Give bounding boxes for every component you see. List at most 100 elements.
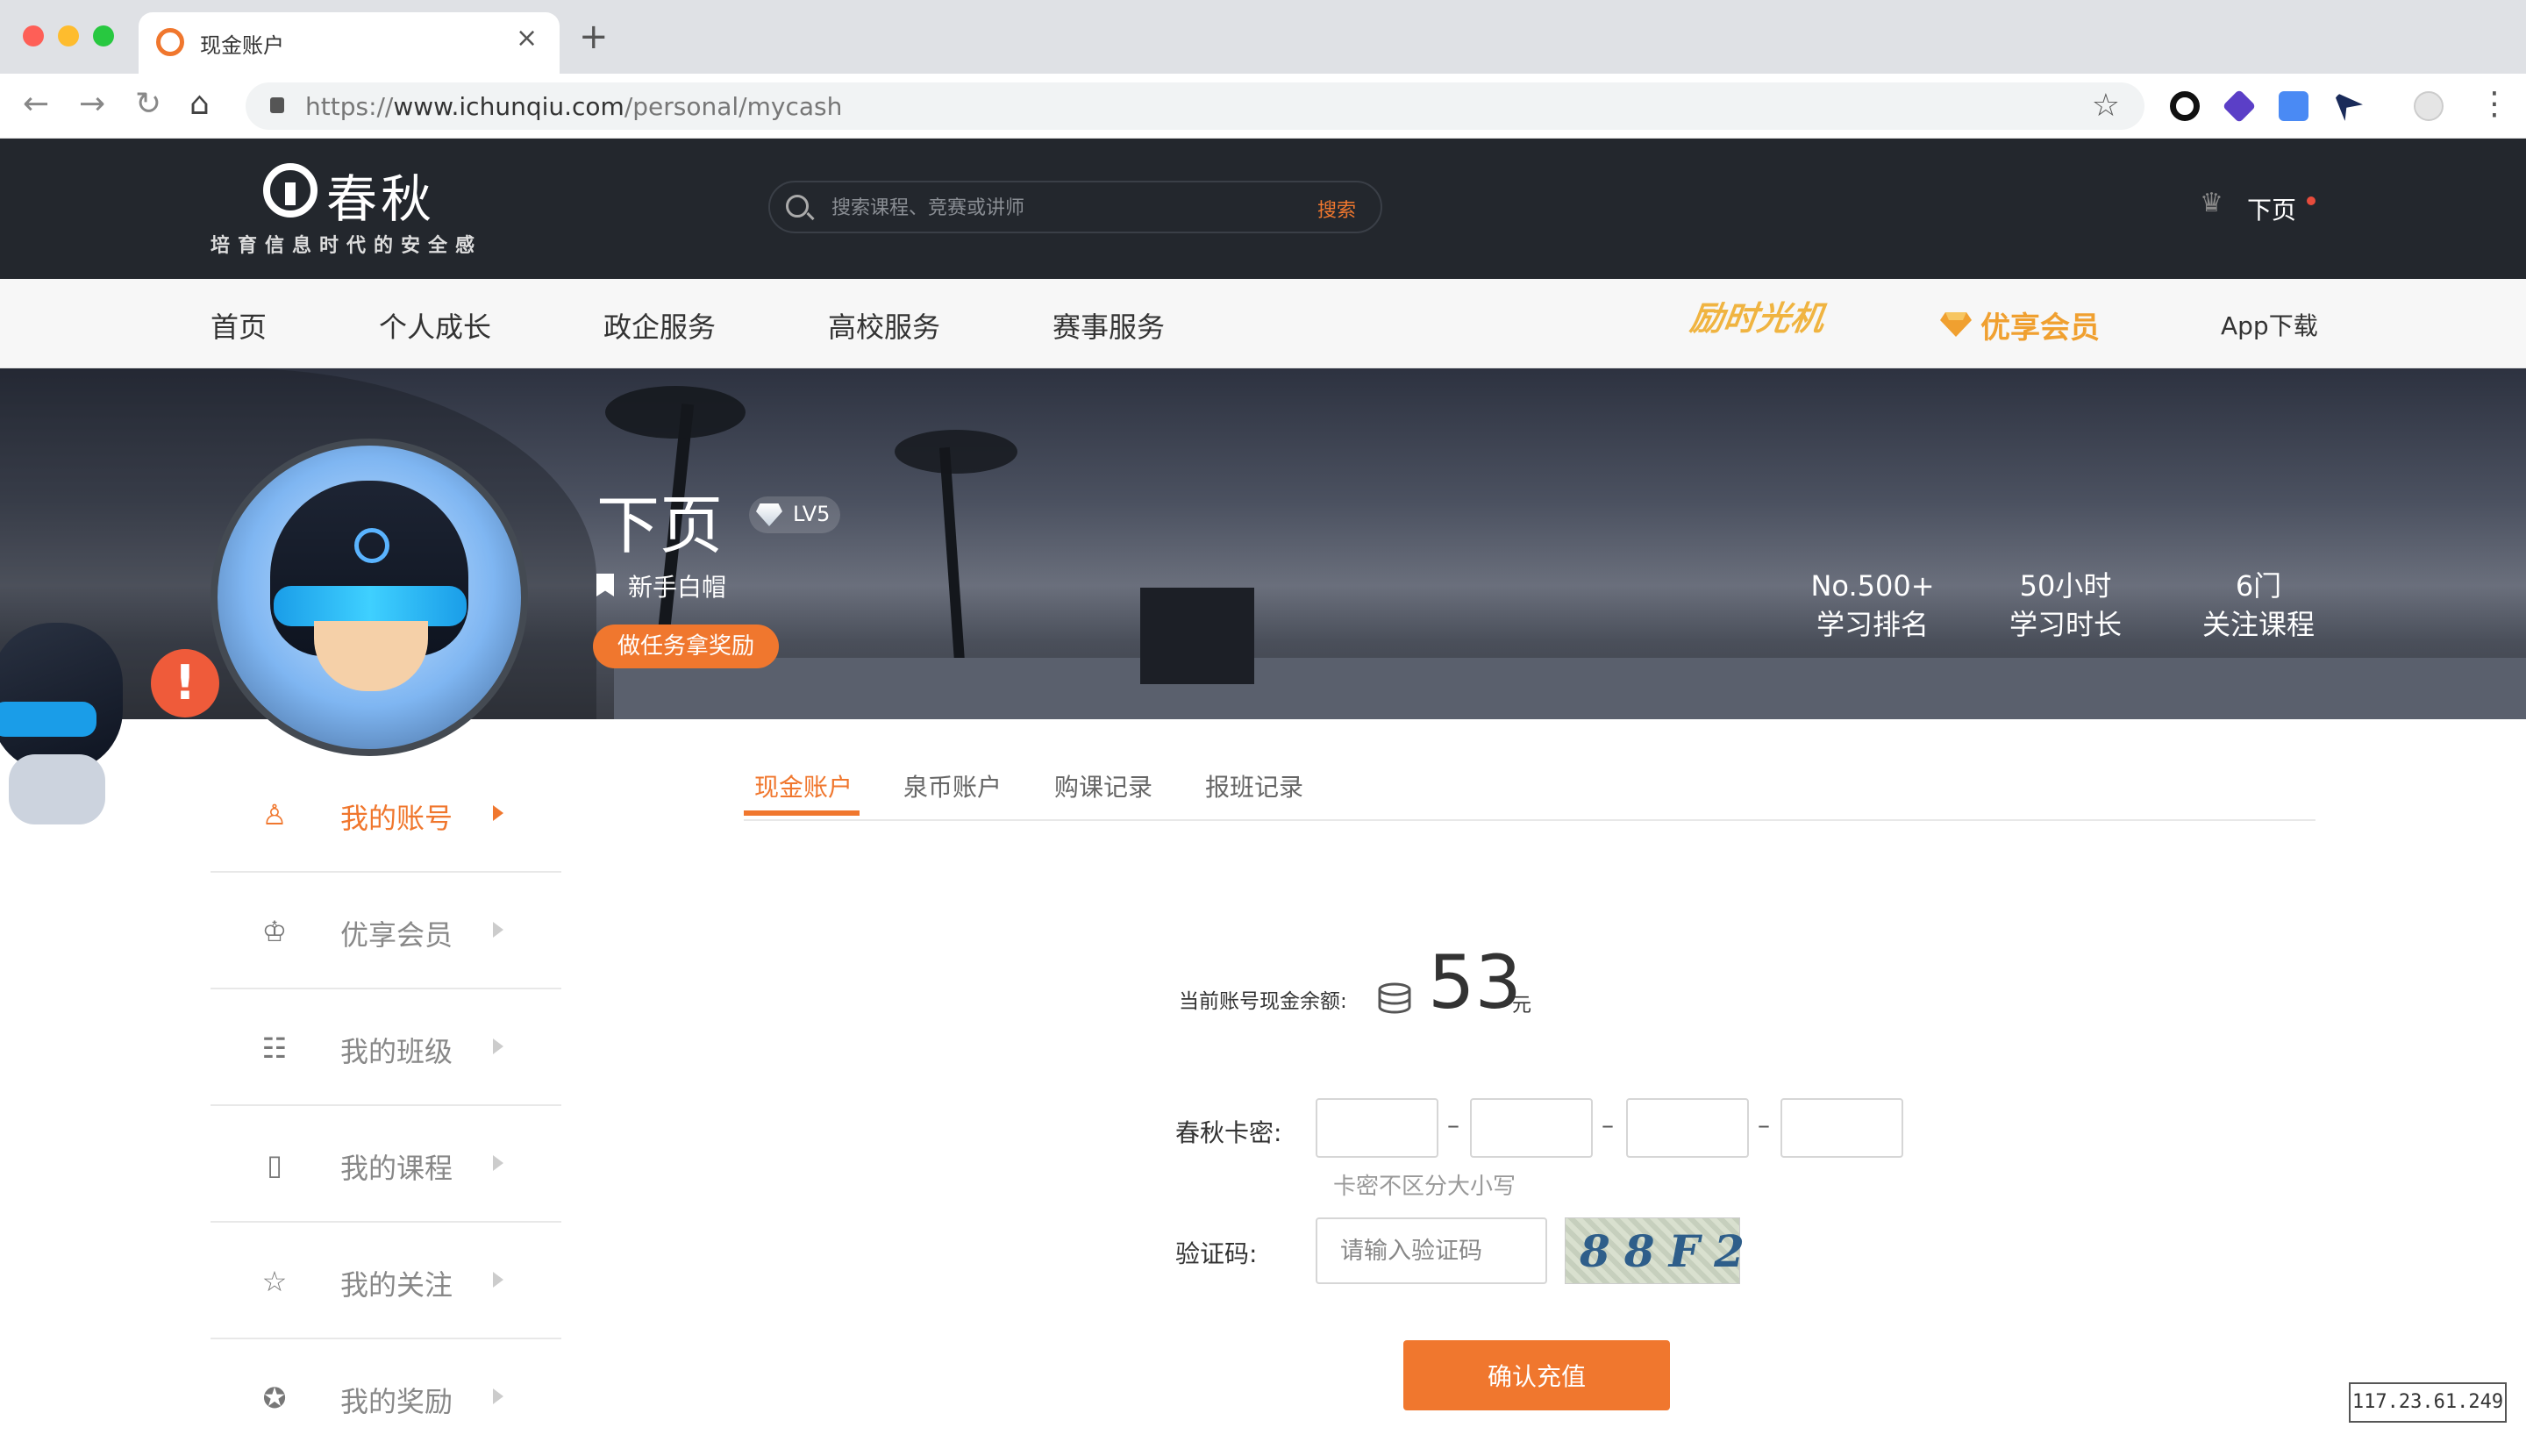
separator-dash: – [1447, 1110, 1459, 1139]
stat-value: 6门 [2235, 569, 2282, 603]
site-favicon-icon [156, 28, 184, 56]
search-box: 搜索 [768, 181, 1382, 233]
sidebar-item-label: 优享会员 [340, 918, 453, 952]
sidebar-item-account[interactable]: ♙ 我的账号 [210, 756, 561, 873]
tab-coin-account[interactable]: 泉币账户 [903, 768, 1002, 819]
account-tabs: 现金账户 泉币账户 购课记录 报班记录 [744, 760, 2316, 821]
search-input[interactable] [831, 195, 1288, 221]
url-scheme: https:// [305, 92, 394, 121]
captcha-input[interactable] [1316, 1217, 1547, 1284]
chevron-right-icon [493, 1155, 503, 1171]
address-bar[interactable]: https://www.ichunqiu.com/personal/mycash… [246, 82, 2144, 130]
forward-arrow-icon[interactable]: → [79, 84, 105, 125]
separator-dash: – [1758, 1110, 1770, 1139]
card-code-input-4[interactable] [1780, 1098, 1903, 1158]
separator-dash: – [1602, 1110, 1614, 1139]
alert-badge[interactable]: ! [151, 649, 219, 717]
browser-tab[interactable]: 现金账户 × [139, 12, 560, 74]
nav-item-vip[interactable]: 优享会员 [1980, 303, 2100, 346]
browser-tab-bar: 现金账户 × + [0, 0, 2526, 74]
bookmark-star-icon[interactable]: ☆ [2092, 88, 2120, 124]
stat-label: 学习时长 [2009, 608, 2122, 641]
sidebar-item-label: 我的关注 [340, 1268, 453, 1302]
avatar[interactable] [210, 439, 528, 756]
class-icon: ☷ [261, 1031, 288, 1065]
stat-rank: No.500+ 学习排名 [1798, 567, 1947, 644]
url-text[interactable]: https://www.ichunqiu.com/personal/mycash [305, 92, 842, 121]
sidebar-item-vip[interactable]: ♔ 优享会员 [210, 873, 561, 989]
captcha-code: 88F2 [1580, 1225, 1759, 1277]
maximize-window-button[interactable] [93, 25, 114, 46]
back-arrow-icon[interactable]: ← [23, 84, 49, 125]
sidebar-item-label: 我的班级 [340, 1035, 453, 1068]
card-code-input-2[interactable] [1470, 1098, 1593, 1158]
captcha-image[interactable]: 88F2 [1565, 1217, 1745, 1284]
balance-label: 当前账号现金余额: [1179, 990, 1347, 1013]
reload-icon[interactable]: ↻ [135, 84, 161, 125]
nav-item-app-download[interactable]: App下载 [2221, 307, 2318, 342]
extension-circle-icon[interactable] [2170, 91, 2200, 121]
sidebar-item-courses[interactable]: ▯ 我的课程 [210, 1106, 561, 1223]
coins-icon [1378, 982, 1411, 1014]
sea-horizon [614, 658, 2526, 719]
profile-avatar-icon[interactable] [2414, 91, 2444, 121]
confirm-recharge-button[interactable]: 确认充值 [1403, 1340, 1670, 1410]
star-icon: ☆ [261, 1265, 288, 1298]
mascot-head [0, 623, 123, 772]
tab-close-icon[interactable]: × [516, 23, 538, 54]
mascot-widget[interactable] [0, 623, 140, 833]
card-code-input-3[interactable] [1626, 1098, 1749, 1158]
crown-icon: ♛ [2200, 188, 2223, 218]
chevron-right-icon [493, 922, 503, 938]
search-button[interactable]: 搜索 [1317, 195, 1356, 223]
award-icon: ✪ [262, 1381, 287, 1415]
main-nav: 首页 个人成长 政企服务 高校服务 赛事服务 励时光机 优享会员 App下载 [0, 279, 2526, 368]
sidebar-item-class[interactable]: ☷ 我的班级 [210, 989, 561, 1106]
level-text: LV5 [793, 502, 831, 526]
new-tab-icon[interactable]: + [579, 19, 609, 54]
palm-tree-leaves [605, 386, 746, 439]
sidebar-item-follows[interactable]: ☆ 我的关注 [210, 1223, 561, 1339]
balance-value: 53 [1428, 939, 1522, 1025]
translate-icon[interactable] [2279, 91, 2308, 121]
chevron-right-icon [493, 1038, 503, 1054]
user-icon: ♙ [261, 798, 288, 831]
chevron-right-icon [493, 1272, 503, 1288]
sidebar-item-label: 我的账号 [340, 802, 453, 835]
stat-label: 学习排名 [1816, 608, 1929, 641]
nav-item-university[interactable]: 高校服务 [828, 305, 940, 346]
crown-icon: ♔ [261, 915, 288, 948]
hut-silhouette [1140, 588, 1254, 684]
profile-name: 下页 [596, 489, 724, 562]
palm-tree-leaves [895, 430, 1017, 474]
level-badge: LV5 [749, 496, 840, 533]
stat-value: No.500+ [1810, 569, 1935, 603]
close-window-button[interactable] [23, 25, 44, 46]
ichunqiu-logo-icon[interactable] [263, 163, 318, 218]
nav-item-home[interactable]: 首页 [210, 305, 267, 346]
sidebar-item-rewards[interactable]: ✪ 我的奖励 [210, 1339, 561, 1456]
user-menu[interactable]: 下页 [2247, 191, 2296, 226]
tab-purchase-records[interactable]: 购课记录 [1054, 768, 1152, 819]
logo-text[interactable]: 春秋 [326, 158, 435, 232]
site-header: 春秋 培育信息时代的安全感 搜索 ♛ 下页 [0, 139, 2526, 279]
stat-courses: 6门 关注课程 [2184, 567, 2333, 644]
rank-title: 新手白帽 [628, 573, 727, 602]
promo-banner-link[interactable]: 励时光机 [1688, 291, 1828, 339]
logo-slogan: 培育信息时代的安全感 [210, 235, 483, 257]
home-icon[interactable]: ⌂ [189, 84, 210, 125]
mascot-body [9, 754, 105, 824]
nav-item-growth[interactable]: 个人成长 [379, 305, 491, 346]
card-code-label: 春秋卡密: [1175, 1118, 1282, 1147]
minimize-window-button[interactable] [58, 25, 79, 46]
browser-menu-icon[interactable]: ⋮ [2479, 84, 2510, 125]
chevron-right-icon [493, 1388, 503, 1404]
avatar-logo-icon [354, 528, 389, 563]
nav-item-events[interactable]: 赛事服务 [1052, 305, 1165, 346]
active-tab-indicator [744, 810, 860, 816]
url-path: /personal/mycash [624, 92, 843, 121]
task-reward-button[interactable]: 做任务拿奖励 [593, 625, 779, 668]
tab-class-records[interactable]: 报班记录 [1205, 768, 1303, 819]
card-code-input-1[interactable] [1316, 1098, 1438, 1158]
nav-item-enterprise[interactable]: 政企服务 [603, 305, 716, 346]
